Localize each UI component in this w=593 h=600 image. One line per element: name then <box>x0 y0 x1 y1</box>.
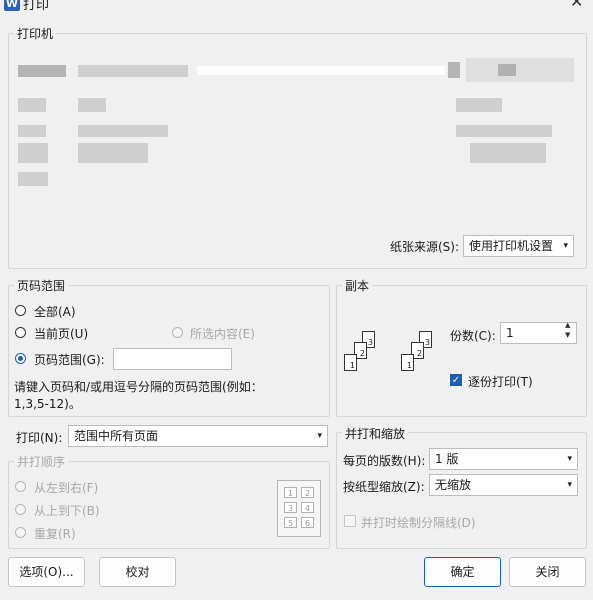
print-what-value: 范围中所有页面 <box>74 429 159 443</box>
page-range-legend: 页码范围 <box>14 277 69 294</box>
radio-selection-label: 所选内容(E) <box>190 327 255 341</box>
page-range-hint-2: 1,3,5-12)。 <box>14 397 81 411</box>
copies-count-value: 1 <box>506 326 514 340</box>
title-bar: W 打印 ✕ <box>0 0 593 14</box>
radio-top-to-bottom[interactable] <box>15 504 26 515</box>
collate-order-preview: 1 2 3 4 5 6 <box>277 480 321 537</box>
radio-repeat[interactable] <box>15 527 26 538</box>
wps-writer-icon: W <box>4 0 20 11</box>
pages-per-sheet-label: 每页的版数(H): <box>343 454 426 468</box>
window-title: 打印 <box>23 0 50 13</box>
radio-all-label: 全部(A) <box>34 305 76 319</box>
chevron-down-icon: ▾ <box>563 241 568 251</box>
order-cell: 1 <box>284 487 297 498</box>
page-icon: 1 <box>344 354 357 371</box>
scale-select[interactable]: 无缩放 ▾ <box>429 474 578 496</box>
order-cell: 4 <box>301 502 314 513</box>
draw-borders-checkbox[interactable] <box>344 515 356 527</box>
paper-source-value: 使用打印机设置 <box>469 239 554 253</box>
chevron-down-icon: ▾ <box>317 431 322 441</box>
scale-label: 按纸型缩放(Z): <box>343 480 425 494</box>
order-cell: 5 <box>284 517 297 528</box>
copies-spin-down[interactable]: ▼ <box>565 331 570 339</box>
ok-button[interactable]: 确定 <box>424 557 501 587</box>
paper-source-select[interactable]: 使用打印机设置 ▾ <box>463 235 574 257</box>
draw-borders-label: 并打时绘制分隔线(D) <box>361 516 476 530</box>
radio-all[interactable] <box>15 305 26 316</box>
close-button[interactable]: 关闭 <box>509 557 586 587</box>
proofread-button[interactable]: 校对 <box>99 557 176 587</box>
order-cell: 6 <box>301 517 314 528</box>
chevron-down-icon: ▾ <box>567 454 572 464</box>
zoom-legend: 并打和缩放 <box>342 425 409 442</box>
order-cell: 2 <box>301 487 314 498</box>
page-range-input[interactable] <box>113 348 232 370</box>
options-button[interactable]: 选项(O)... <box>8 557 85 587</box>
scale-value: 无缩放 <box>435 478 472 492</box>
order-cell: 3 <box>284 502 297 513</box>
copies-spin-up[interactable]: ▲ <box>565 321 570 329</box>
radio-top-to-bottom-label: 从上到下(B) <box>34 504 100 518</box>
radio-selection[interactable] <box>172 327 183 338</box>
paper-source-label: 纸张来源(S): <box>390 240 460 254</box>
copies-legend: 副本 <box>342 277 373 294</box>
pages-per-sheet-value: 1 版 <box>435 452 459 466</box>
radio-left-to-right[interactable] <box>15 481 26 492</box>
radio-current-page-label: 当前页(U) <box>34 327 89 341</box>
page-range-hint-1: 请键入页码和/或用逗号分隔的页码范围(例如： <box>14 380 263 394</box>
radio-repeat-label: 重复(R) <box>34 527 76 541</box>
radio-left-to-right-label: 从左到右(F) <box>34 481 99 495</box>
radio-current-page[interactable] <box>15 327 26 338</box>
radio-page-range-label: 页码范围(G): <box>34 353 105 367</box>
print-what-select[interactable]: 范围中所有页面 ▾ <box>68 425 328 447</box>
print-what-label: 打印(N): <box>16 431 63 445</box>
page-icon: 1 <box>401 354 414 371</box>
collate-label: 逐份打印(T) <box>468 375 533 389</box>
printer-legend: 打印机 <box>14 25 57 42</box>
pages-per-sheet-select[interactable]: 1 版 ▾ <box>429 448 578 470</box>
close-icon[interactable]: ✕ <box>570 0 583 11</box>
collate-order-legend: 并打顺序 <box>14 453 69 470</box>
copies-count-label: 份数(C): <box>450 329 496 343</box>
radio-page-range[interactable] <box>15 353 26 364</box>
collate-checkbox[interactable]: ✓ <box>450 374 462 386</box>
copies-group <box>336 285 587 417</box>
chevron-down-icon: ▾ <box>567 480 572 490</box>
